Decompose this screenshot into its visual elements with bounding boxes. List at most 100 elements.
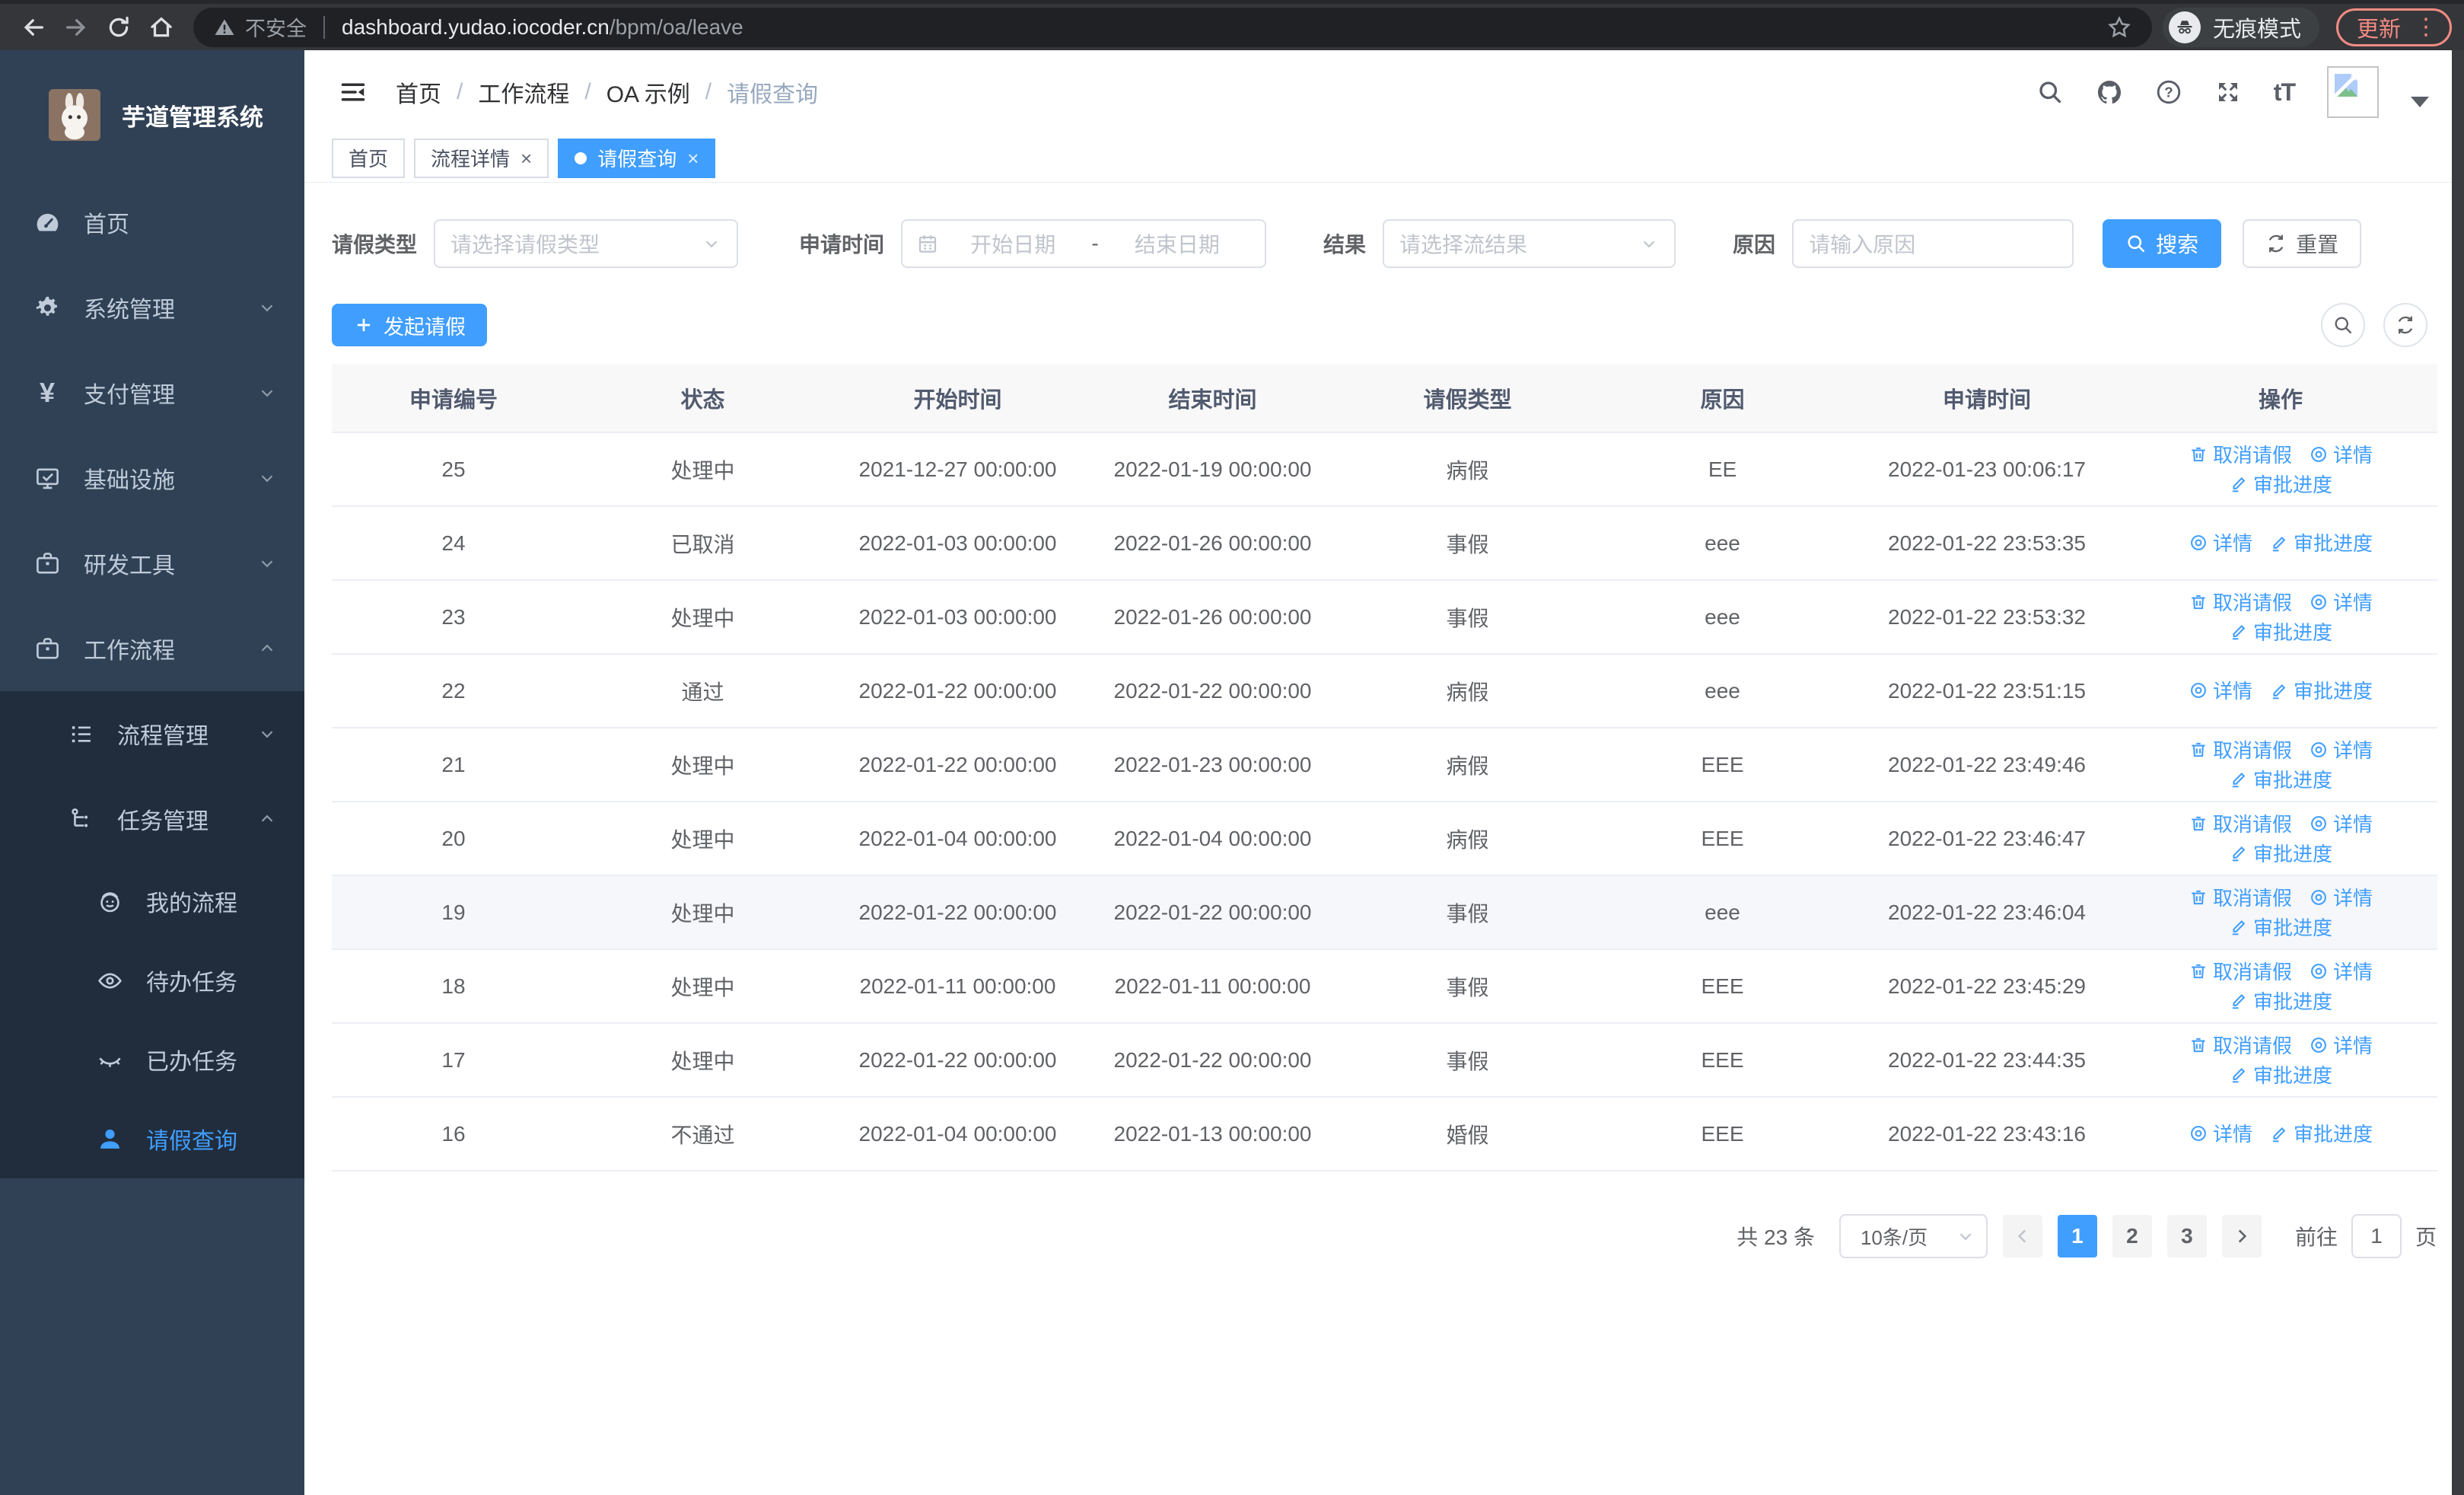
table-body: 25 处理中 2021-12-27 00:00:00 2022-01-19 00:00… bbox=[332, 432, 2437, 1171]
breadcrumb-item[interactable]: 首页 bbox=[396, 75, 441, 109]
page-button-1[interactable]: 1 bbox=[2057, 1215, 2097, 1258]
cell-reason: eee bbox=[1595, 654, 1850, 728]
home-icon bbox=[151, 16, 172, 37]
cell-type: 病假 bbox=[1340, 728, 1595, 802]
reset-button[interactable]: 重置 bbox=[2243, 219, 2362, 268]
action-cancel-link[interactable]: 取消请假 bbox=[2189, 1031, 2292, 1059]
search-icon[interactable] bbox=[2036, 78, 2064, 106]
workflow-submenu: 流程管理 任务管理 我的流程 待办任务 已办任务 请假查询 bbox=[0, 691, 304, 1178]
page-size-select[interactable]: 10条/页 bbox=[1838, 1214, 1988, 1258]
github-icon[interactable] bbox=[2096, 78, 2123, 106]
monitor-check-icon bbox=[30, 465, 64, 492]
browser-home-button[interactable] bbox=[140, 6, 183, 49]
action-detail-link[interactable]: 详情 bbox=[2309, 957, 2373, 985]
tab-home[interactable]: 首页 bbox=[332, 138, 406, 178]
action-cancel-link[interactable]: 取消请假 bbox=[2189, 588, 2292, 616]
action-detail-link[interactable]: 详情 bbox=[2309, 883, 2373, 911]
sidebar-item-infrastructure[interactable]: 基础设施 bbox=[0, 435, 304, 521]
action-detail-link[interactable]: 详情 bbox=[2309, 809, 2373, 837]
action-detail-link[interactable]: 详情 bbox=[2309, 1031, 2373, 1059]
create-leave-button[interactable]: 发起请假 bbox=[332, 304, 487, 346]
sidebar-item-system[interactable]: 系统管理 bbox=[0, 265, 304, 350]
action-progress-link[interactable]: 审批进度 bbox=[2229, 987, 2332, 1015]
fullscreen-icon[interactable] bbox=[2214, 78, 2242, 106]
avatar[interactable] bbox=[2327, 66, 2379, 118]
action-progress-link[interactable]: 审批进度 bbox=[2229, 913, 2332, 941]
table-row: 17 处理中 2022-01-22 00:00:00 2022-01-22 00:00… bbox=[332, 1023, 2437, 1098]
action-progress-link[interactable]: 审批进度 bbox=[2269, 1119, 2373, 1147]
action-progress-link[interactable]: 审批进度 bbox=[2229, 765, 2332, 793]
address-bar[interactable]: 不安全 dashboard.yudao.iocoder.cn /bpm/oa/l… bbox=[193, 7, 2152, 47]
action-cancel-link[interactable]: 取消请假 bbox=[2189, 809, 2292, 837]
sidebar-item-leave-query[interactable]: 请假查询 bbox=[0, 1099, 304, 1178]
sidebar-item-process-mgmt[interactable]: 流程管理 bbox=[0, 691, 304, 776]
refresh-table-button[interactable] bbox=[2383, 303, 2427, 347]
goto-page-input[interactable]: 1 bbox=[2351, 1214, 2402, 1258]
prev-page-button[interactable] bbox=[2002, 1215, 2042, 1258]
browser-reload-button[interactable] bbox=[97, 6, 140, 49]
tab-close-icon[interactable]: × bbox=[520, 148, 532, 168]
cell-id: 21 bbox=[332, 728, 575, 802]
action-progress-link[interactable]: 审批进度 bbox=[2229, 1060, 2332, 1089]
next-page-button[interactable] bbox=[2221, 1215, 2262, 1258]
select-placeholder: 请选择请假类型 bbox=[450, 233, 600, 257]
search-button[interactable]: 搜索 bbox=[2103, 219, 2222, 268]
action-detail-link[interactable]: 详情 bbox=[2189, 528, 2252, 556]
sidebar-item-workflow[interactable]: 工作流程 bbox=[0, 606, 304, 691]
sidebar-toggle-button[interactable] bbox=[332, 71, 374, 113]
sidebar-item-payment[interactable]: ¥ 支付管理 bbox=[0, 350, 304, 435]
reason-input[interactable]: 请输入原因 bbox=[1792, 219, 2074, 268]
cell-start: 2022-01-22 00:00:00 bbox=[830, 1023, 1085, 1098]
browser-menu-dots-icon[interactable]: ⋮ bbox=[2415, 15, 2437, 39]
page-button-2[interactable]: 2 bbox=[2112, 1215, 2152, 1258]
tab-close-icon[interactable]: × bbox=[687, 148, 699, 168]
sidebar-item-dev-tools[interactable]: 研发工具 bbox=[0, 521, 304, 606]
sidebar-item-my-process[interactable]: 我的流程 bbox=[0, 862, 304, 941]
action-cancel-link[interactable]: 取消请假 bbox=[2189, 735, 2292, 763]
cell-apply_time: 2022-01-22 23:46:47 bbox=[1850, 802, 2124, 876]
apply-time-range-picker[interactable]: 开始日期 - 结束日期 bbox=[901, 219, 1267, 268]
tab-leave-query[interactable]: 请假查询 × bbox=[558, 138, 716, 178]
sidebar-item-home[interactable]: 首页 bbox=[0, 180, 304, 265]
chevron-left-icon bbox=[2017, 1229, 2026, 1243]
sidebar-item-todo-tasks[interactable]: 待办任务 bbox=[0, 941, 304, 1020]
incognito-icon bbox=[2168, 11, 2201, 43]
cell-apply_time: 2022-01-22 23:46:04 bbox=[1850, 875, 2124, 950]
action-progress-link[interactable]: 审批进度 bbox=[2229, 617, 2332, 645]
toggle-search-button[interactable] bbox=[2321, 303, 2365, 347]
bookmark-star-icon[interactable] bbox=[2106, 14, 2132, 40]
leave-type-select[interactable]: 请选择请假类型 bbox=[434, 219, 739, 268]
action-cancel-link[interactable]: 取消请假 bbox=[2189, 440, 2292, 468]
action-progress-link[interactable]: 审批进度 bbox=[2269, 676, 2373, 704]
sidebar-item-task-mgmt[interactable]: 任务管理 bbox=[0, 776, 304, 862]
action-cancel-link[interactable]: 取消请假 bbox=[2189, 957, 2292, 985]
avatar-caret-down-icon[interactable] bbox=[2411, 97, 2429, 107]
action-cancel-link[interactable]: 取消请假 bbox=[2189, 883, 2292, 911]
view-icon bbox=[2191, 534, 2206, 550]
tab-process-detail[interactable]: 流程详情 × bbox=[414, 138, 549, 178]
action-detail-link[interactable]: 详情 bbox=[2189, 1119, 2252, 1147]
action-progress-link[interactable]: 审批进度 bbox=[2229, 470, 2332, 498]
cell-apply_time: 2022-01-22 23:43:16 bbox=[1850, 1097, 2124, 1171]
reason-label: 原因 bbox=[1733, 233, 1776, 257]
breadcrumb-item-current: 请假查询 bbox=[727, 82, 819, 107]
page-button-3[interactable]: 3 bbox=[2166, 1215, 2207, 1258]
breadcrumb-item[interactable]: 工作流程 bbox=[478, 75, 569, 109]
breadcrumb-item[interactable]: OA 示例 bbox=[606, 75, 690, 109]
sidebar-item-done-tasks[interactable]: 已办任务 bbox=[0, 1020, 304, 1099]
action-progress-link[interactable]: 审批进度 bbox=[2269, 528, 2373, 556]
action-progress-link[interactable]: 审批进度 bbox=[2229, 839, 2332, 867]
font-size-icon[interactable]: tT bbox=[2274, 78, 2296, 107]
action-detail-link[interactable]: 详情 bbox=[2309, 440, 2373, 468]
breadcrumb-separator: / bbox=[457, 79, 463, 104]
cell-type: 病假 bbox=[1340, 654, 1595, 728]
browser-forward-button[interactable] bbox=[55, 6, 97, 49]
action-detail-link[interactable]: 详情 bbox=[2309, 735, 2373, 763]
result-select[interactable]: 请选择流结果 bbox=[1383, 219, 1676, 268]
action-detail-link[interactable]: 详情 bbox=[2189, 676, 2252, 704]
action-detail-link[interactable]: 详情 bbox=[2309, 588, 2373, 616]
help-icon[interactable]: ? bbox=[2155, 78, 2182, 106]
page-scrollbar[interactable] bbox=[2452, 50, 2464, 1495]
browser-back-button[interactable] bbox=[12, 6, 55, 49]
browser-update-button[interactable]: 更新 ⋮ bbox=[2335, 8, 2452, 46]
